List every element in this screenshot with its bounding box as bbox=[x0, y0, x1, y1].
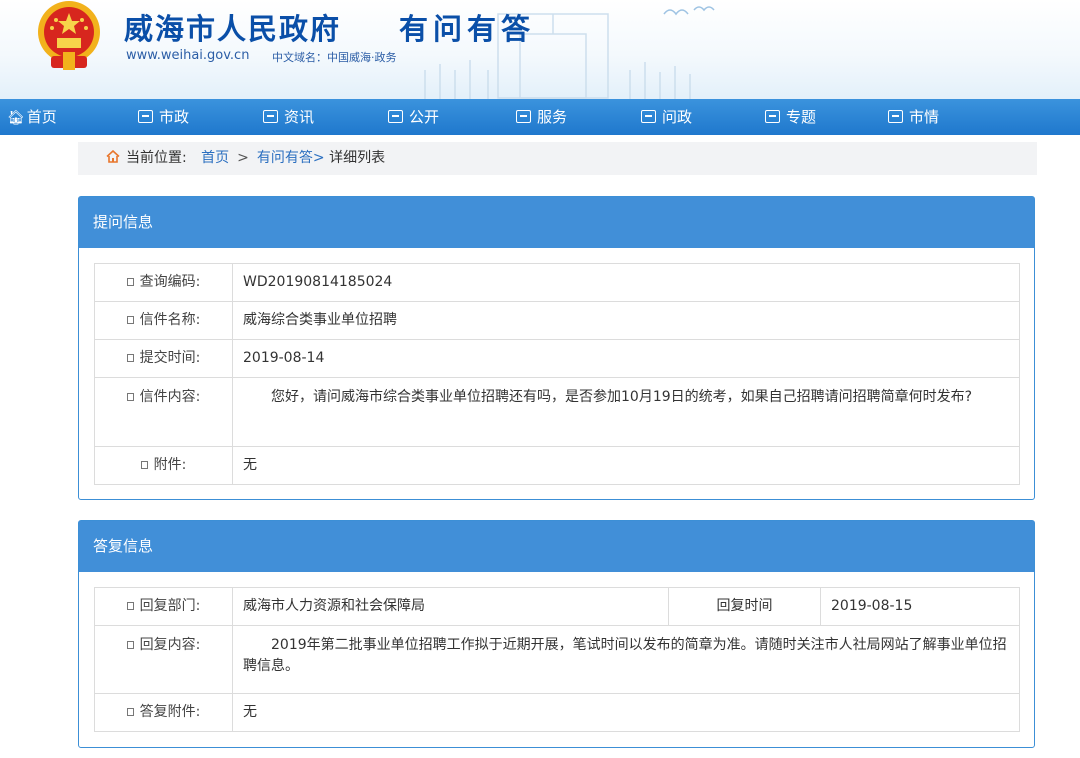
checkbox-icon bbox=[126, 316, 134, 324]
reply-dept-label: 回复部门: bbox=[94, 587, 233, 626]
main-nav: 🏠︎ 首页 市政 资讯 公开 服务 问政 专题 市情 bbox=[0, 99, 1080, 135]
submit-time-label: 提交时间: bbox=[94, 339, 233, 378]
checkbox-icon bbox=[126, 708, 134, 716]
national-emblem-icon bbox=[38, 1, 100, 70]
nav-item-label: 首页 bbox=[26, 108, 57, 126]
attachment-label: 附件: bbox=[94, 446, 233, 485]
query-code-value: WD20190814185024 bbox=[232, 263, 1020, 302]
site-subtitle: 有问有答 bbox=[399, 12, 536, 46]
question-panel: 提问信息 查询编码: WD20190814185024 信件名称: 威海综合类事… bbox=[78, 196, 1035, 500]
nav-item-news[interactable]: 资讯 bbox=[263, 99, 314, 135]
monitor-icon bbox=[641, 110, 656, 123]
table-row: 回复部门: 威海市人力资源和社会保障局 回复时间 2019-08-15 bbox=[94, 587, 1020, 626]
nav-item-municipal[interactable]: 市政 bbox=[138, 99, 189, 135]
nav-item-topics[interactable]: 专题 bbox=[765, 99, 816, 135]
chat-icon bbox=[765, 110, 780, 123]
table-row: 信件名称: 威海综合类事业单位招聘 bbox=[94, 301, 1020, 340]
reply-time-value: 2019-08-15 bbox=[820, 587, 1020, 626]
nav-item-home[interactable]: 🏠︎ 首页 bbox=[7, 99, 57, 135]
letter-content-value: 您好，请问威海市综合类事业单位招聘还有吗，是否参加10月19日的统考，如果自己招… bbox=[232, 377, 1020, 447]
submit-time-value: 2019-08-14 bbox=[232, 339, 1020, 378]
nav-item-service[interactable]: 服务 bbox=[516, 99, 567, 135]
table-row: 附件: 无 bbox=[94, 446, 1020, 485]
reply-attachment-label: 答复附件: bbox=[94, 693, 233, 732]
table-row: 信件内容: 您好，请问威海市综合类事业单位招聘还有吗，是否参加10月19日的统考… bbox=[94, 377, 1020, 447]
news-icon bbox=[263, 110, 278, 123]
question-panel-title: 提问信息 bbox=[79, 197, 1034, 248]
home-icon: 🏠︎ bbox=[7, 110, 25, 126]
site-title: 威海市人民政府 bbox=[124, 12, 342, 46]
site-header: 威海市人民政府 有问有答 www.weihai.gov.cn 中文域名：中国威海… bbox=[0, 0, 1080, 99]
breadcrumb-separator: > bbox=[237, 150, 249, 166]
reply-dept-value: 威海市人力资源和社会保障局 bbox=[232, 587, 669, 626]
table-row: 答复附件: 无 bbox=[94, 693, 1020, 732]
letter-name-label: 信件名称: bbox=[94, 301, 233, 340]
checkbox-icon bbox=[126, 278, 134, 286]
letter-content-label: 信件内容: bbox=[94, 377, 233, 447]
checkbox-icon bbox=[126, 393, 134, 401]
document-icon bbox=[888, 110, 903, 123]
reply-attachment-value: 无 bbox=[232, 693, 1020, 732]
nav-item-label: 服务 bbox=[537, 108, 568, 126]
table-row: 查询编码: WD20190814185024 bbox=[94, 263, 1020, 302]
checkbox-icon bbox=[126, 641, 134, 649]
site-domain: 中文域名：中国威海·政务 bbox=[272, 51, 397, 64]
reply-panel: 答复信息 回复部门: 威海市人力资源和社会保障局 回复时间 2019-08-15… bbox=[78, 520, 1035, 748]
checkbox-icon bbox=[140, 461, 148, 469]
attachment-value: 无 bbox=[232, 446, 1020, 485]
nav-item-label: 公开 bbox=[409, 108, 440, 126]
question-table: 查询编码: WD20190814185024 信件名称: 威海综合类事业单位招聘… bbox=[94, 263, 1020, 485]
breadcrumb-current: 详细列表 bbox=[329, 150, 386, 166]
table-row: 提交时间: 2019-08-14 bbox=[94, 339, 1020, 378]
nav-item-label: 资讯 bbox=[284, 108, 315, 126]
checkbox-icon bbox=[126, 354, 134, 362]
breadcrumb-home-link[interactable]: 首页 bbox=[201, 150, 229, 166]
reply-panel-title: 答复信息 bbox=[79, 521, 1034, 572]
site-url[interactable]: www.weihai.gov.cn bbox=[126, 48, 249, 63]
nav-item-city-info[interactable]: 市情 bbox=[888, 99, 939, 135]
reply-content-label: 回复内容: bbox=[94, 625, 233, 694]
letter-name-value: 威海综合类事业单位招聘 bbox=[232, 301, 1020, 340]
book-icon bbox=[388, 110, 403, 123]
breadcrumb-section-link[interactable]: 有问有答> bbox=[257, 150, 325, 166]
nav-item-label: 市情 bbox=[909, 108, 940, 126]
nav-item-label: 专题 bbox=[786, 108, 817, 126]
breadcrumb: 当前位置: 首页 > 有问有答> 详细列表 bbox=[78, 142, 1037, 175]
breadcrumb-prefix: 当前位置: bbox=[126, 150, 187, 166]
reply-content-value: 2019年第二批事业单位招聘工作拟于近期开展，笔试时间以发布的简章为准。请随时关… bbox=[232, 625, 1020, 694]
table-row: 回复内容: 2019年第二批事业单位招聘工作拟于近期开展，笔试时间以发布的简章为… bbox=[94, 625, 1020, 694]
nav-item-public[interactable]: 公开 bbox=[388, 99, 439, 135]
reply-table: 回复部门: 威海市人力资源和社会保障局 回复时间 2019-08-15 回复内容… bbox=[94, 587, 1020, 732]
monitor-icon bbox=[516, 110, 531, 123]
nav-item-label: 问政 bbox=[662, 108, 693, 126]
checkbox-icon bbox=[126, 602, 134, 610]
building-icon bbox=[138, 110, 153, 123]
home-icon bbox=[106, 150, 120, 163]
nav-item-label: 市政 bbox=[159, 108, 190, 126]
query-code-label: 查询编码: bbox=[94, 263, 233, 302]
nav-item-inquiry[interactable]: 问政 bbox=[641, 99, 692, 135]
reply-time-label: 回复时间 bbox=[668, 587, 821, 626]
